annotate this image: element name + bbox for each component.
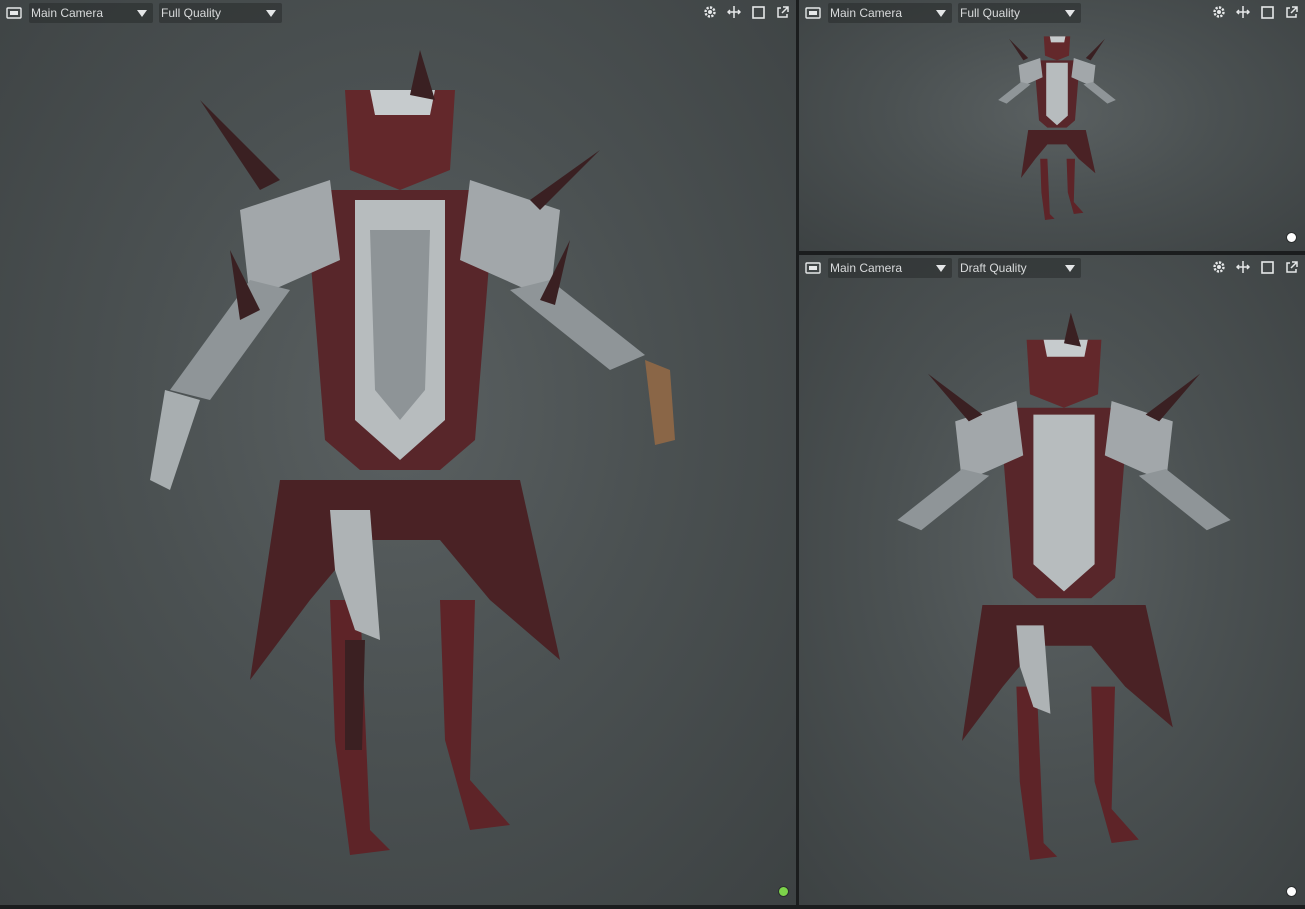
camera-select-value: Main Camera: [830, 6, 903, 20]
move-arrows-icon[interactable]: [1235, 4, 1251, 20]
armored-character-model: [998, 36, 1116, 220]
status-indicator-idle: [1286, 232, 1297, 243]
viewport-toolbar: Main Camera Draft Quality: [799, 255, 1305, 281]
popout-icon[interactable]: [1283, 259, 1299, 275]
chevron-down-icon: [1065, 264, 1075, 272]
maximize-square-icon[interactable]: [750, 4, 766, 20]
quality-select-value: Full Quality: [960, 6, 1021, 20]
viewport-tools: [1211, 259, 1299, 275]
gear-icon[interactable]: [1211, 259, 1227, 275]
armored-character-model: [897, 312, 1231, 860]
maximize-square-icon[interactable]: [1259, 259, 1275, 275]
viewport-top-right[interactable]: Main Camera Full Quality: [799, 0, 1305, 251]
character-render: [897, 312, 1231, 860]
camera-select[interactable]: Main Camera: [29, 3, 153, 23]
chevron-down-icon: [936, 264, 946, 272]
viewport-tools: [702, 4, 790, 20]
move-arrows-icon[interactable]: [726, 4, 742, 20]
popout-icon[interactable]: [1283, 4, 1299, 20]
camera-select-value: Main Camera: [830, 261, 903, 275]
viewport-tools: [1211, 4, 1299, 20]
character-render: [150, 50, 675, 855]
camera-icon[interactable]: [5, 6, 23, 20]
chevron-down-icon: [936, 9, 946, 17]
camera-select-value: Main Camera: [31, 6, 104, 20]
camera-select[interactable]: Main Camera: [828, 3, 952, 23]
chevron-down-icon: [266, 9, 276, 17]
splitter-vertical[interactable]: [796, 0, 799, 909]
quality-select-value: Draft Quality: [960, 261, 1027, 275]
move-arrows-icon[interactable]: [1235, 259, 1251, 275]
bottom-border: [0, 905, 1305, 909]
viewport-toolbar: Main Camera Full Quality: [0, 0, 796, 26]
camera-icon[interactable]: [804, 261, 822, 275]
viewport-main[interactable]: Main Camera Full Quality: [0, 0, 796, 905]
camera-icon[interactable]: [804, 6, 822, 20]
chevron-down-icon: [1065, 9, 1075, 17]
gear-icon[interactable]: [702, 4, 718, 20]
camera-select[interactable]: Main Camera: [828, 258, 952, 278]
quality-select[interactable]: Draft Quality: [958, 258, 1081, 278]
chevron-down-icon: [137, 9, 147, 17]
popout-icon[interactable]: [774, 4, 790, 20]
viewport-bottom-right[interactable]: Main Camera Draft Quality: [799, 255, 1305, 905]
maximize-square-icon[interactable]: [1259, 4, 1275, 20]
quality-select[interactable]: Full Quality: [159, 3, 282, 23]
status-indicator-active: [778, 886, 789, 897]
quality-select-value: Full Quality: [161, 6, 222, 20]
quality-select[interactable]: Full Quality: [958, 3, 1081, 23]
character-render: [998, 36, 1116, 220]
viewport-toolbar: Main Camera Full Quality: [799, 0, 1305, 26]
status-indicator-idle: [1286, 886, 1297, 897]
armored-character-model: [150, 50, 675, 855]
viewport-layout: Main Camera Full Quality Main Camera Ful…: [0, 0, 1305, 909]
gear-icon[interactable]: [1211, 4, 1227, 20]
